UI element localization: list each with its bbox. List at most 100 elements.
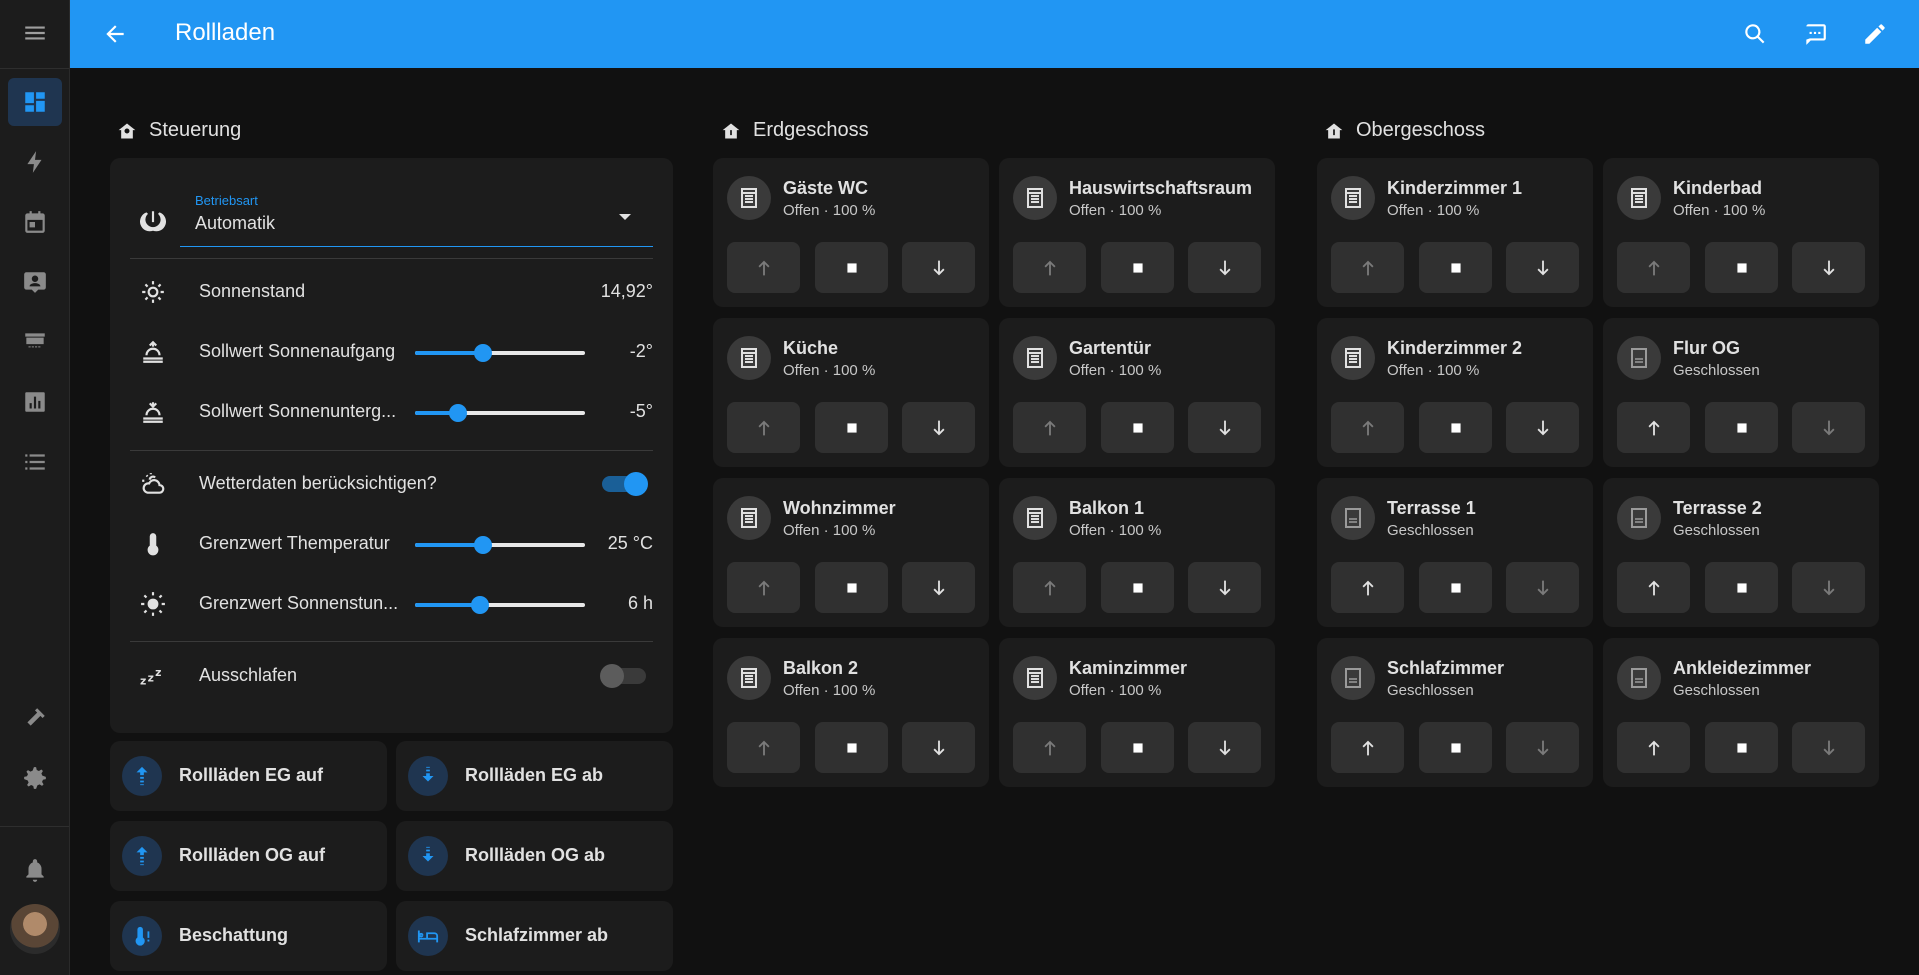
close-cover-button[interactable] (902, 722, 975, 773)
shutter-tile-hauswirtschaftsraum[interactable]: Hauswirtschaftsraum Offen · 100 % (999, 158, 1275, 307)
sollwert-sonnenaufgang-slider[interactable] (415, 344, 585, 362)
open-cover-button[interactable] (1013, 402, 1086, 453)
shutter-tile-kaminzimmer[interactable]: Kaminzimmer Offen · 100 % (999, 638, 1275, 787)
hammer-icon[interactable] (8, 694, 62, 742)
stop-cover-button[interactable] (815, 402, 888, 453)
open-cover-button[interactable] (727, 562, 800, 613)
close-cover-button[interactable] (1792, 722, 1865, 773)
close-cover-button[interactable] (1188, 722, 1261, 773)
calendar-icon[interactable] (8, 198, 62, 246)
script-button-beschattung[interactable]: Beschattung (110, 901, 387, 971)
close-cover-button[interactable] (1506, 402, 1579, 453)
close-cover-button[interactable] (902, 562, 975, 613)
close-cover-button[interactable] (902, 402, 975, 453)
stop-cover-button[interactable] (1705, 402, 1778, 453)
shutter-tile-ankleidezimmer[interactable]: Ankleidezimmer Geschlossen (1603, 638, 1879, 787)
shutter-tile-balkon-1[interactable]: Balkon 1 Offen · 100 % (999, 478, 1275, 627)
open-cover-button[interactable] (727, 402, 800, 453)
shutter-tile-terrasse-1[interactable]: Terrasse 1 Geschlossen (1317, 478, 1593, 627)
shutter-tile-wohnzimmer[interactable]: Wohnzimmer Offen · 100 % (713, 478, 989, 627)
shutter-tile-kinderbad[interactable]: Kinderbad Offen · 100 % (1603, 158, 1879, 307)
menu-icon[interactable] (8, 9, 62, 57)
energy-icon[interactable] (8, 138, 62, 186)
shutter-state: Offen · 100 % (1069, 682, 1162, 699)
stop-cover-button[interactable] (1705, 242, 1778, 293)
open-cover-button[interactable] (1013, 242, 1086, 293)
hacs-store-icon[interactable] (8, 318, 62, 366)
stop-cover-button[interactable] (1419, 402, 1492, 453)
row-sonnenstand[interactable]: Sonnenstand 14,92° (110, 264, 673, 320)
shutter-tile-schlafzimmer[interactable]: Schlafzimmer Geschlossen (1317, 638, 1593, 787)
mode-select[interactable]: Betriebsart Automatik (180, 188, 653, 247)
person-card-icon[interactable] (8, 258, 62, 306)
open-cover-button[interactable] (1331, 402, 1404, 453)
open-cover-button[interactable] (727, 722, 800, 773)
stop-cover-button[interactable] (1419, 562, 1492, 613)
close-cover-button[interactable] (1188, 402, 1261, 453)
open-cover-button[interactable] (1331, 242, 1404, 293)
gear-icon[interactable] (8, 754, 62, 802)
script-button-eg-auf[interactable]: Rollläden EG auf (110, 741, 387, 811)
shutter-tile-gartentür[interactable]: Gartentür Offen · 100 % (999, 318, 1275, 467)
stop-cover-button[interactable] (1101, 242, 1174, 293)
script-button-og-ab[interactable]: Rollläden OG ab (396, 821, 673, 891)
open-cover-button[interactable] (1617, 242, 1690, 293)
chart-box-icon[interactable] (8, 378, 62, 426)
sleep-icon: zzz (140, 663, 166, 689)
open-cover-button[interactable] (1013, 722, 1086, 773)
close-cover-button[interactable] (1506, 722, 1579, 773)
open-cover-button[interactable] (1013, 562, 1086, 613)
close-cover-button[interactable] (902, 242, 975, 293)
open-cover-button[interactable] (1331, 562, 1404, 613)
close-cover-button[interactable] (1506, 562, 1579, 613)
stop-cover-button[interactable] (1419, 722, 1492, 773)
shutter-tile-küche[interactable]: Küche Offen · 100 % (713, 318, 989, 467)
stop-cover-button[interactable] (815, 242, 888, 293)
search-icon[interactable] (1740, 19, 1770, 49)
close-cover-button[interactable] (1188, 562, 1261, 613)
stop-cover-button[interactable] (1705, 722, 1778, 773)
grenzwert-temperatur-slider[interactable] (415, 536, 585, 554)
close-cover-button[interactable] (1792, 402, 1865, 453)
ausschlafen-toggle[interactable] (600, 664, 646, 688)
close-cover-button[interactable] (1792, 242, 1865, 293)
stop-icon (1736, 582, 1747, 593)
close-cover-button[interactable] (1506, 242, 1579, 293)
stop-cover-button[interactable] (1705, 562, 1778, 613)
shutter-tile-balkon-2[interactable]: Balkon 2 Offen · 100 % (713, 638, 989, 787)
shutter-tile-gäste-wc[interactable]: Gäste WC Offen · 100 % (713, 158, 989, 307)
list-icon[interactable] (8, 438, 62, 486)
wetterdaten-toggle[interactable] (602, 472, 648, 496)
pencil-edit-icon[interactable] (1860, 19, 1890, 49)
script-button-eg-ab[interactable]: Rollläden EG ab (396, 741, 673, 811)
arrow-up-icon (1648, 580, 1659, 595)
assist-chat-icon[interactable] (1800, 19, 1830, 49)
open-cover-button[interactable] (1617, 562, 1690, 613)
grenzwert-sonnenstunden-slider[interactable] (415, 596, 585, 614)
shutter-tile-flur-og[interactable]: Flur OG Geschlossen (1603, 318, 1879, 467)
open-cover-button[interactable] (1331, 722, 1404, 773)
back-arrow-icon[interactable] (100, 19, 130, 49)
stop-cover-button[interactable] (815, 562, 888, 613)
bell-icon[interactable] (8, 846, 62, 894)
shutter-tile-kinderzimmer-2[interactable]: Kinderzimmer 2 Offen · 100 % (1317, 318, 1593, 467)
stop-cover-button[interactable] (1101, 562, 1174, 613)
open-cover-button[interactable] (1617, 402, 1690, 453)
avatar[interactable] (10, 904, 60, 954)
dashboard-icon[interactable] (8, 78, 62, 126)
controls-card: Betriebsart Automatik Sonnenstand 14,92°… (110, 158, 673, 733)
shutter-tile-kinderzimmer-1[interactable]: Kinderzimmer 1 Offen · 100 % (1317, 158, 1593, 307)
stop-cover-button[interactable] (1101, 722, 1174, 773)
open-cover-button[interactable] (1617, 722, 1690, 773)
close-cover-button[interactable] (1792, 562, 1865, 613)
stop-cover-button[interactable] (815, 722, 888, 773)
shutter-tile-terrasse-2[interactable]: Terrasse 2 Geschlossen (1603, 478, 1879, 627)
script-button-og-auf[interactable]: Rollläden OG auf (110, 821, 387, 891)
stop-cover-button[interactable] (1101, 402, 1174, 453)
sollwert-sonnenuntergang-slider[interactable] (415, 404, 585, 422)
script-button-schlafzimmer-ab[interactable]: Schlafzimmer ab (396, 901, 673, 971)
open-cover-button[interactable] (727, 242, 800, 293)
stop-cover-button[interactable] (1419, 242, 1492, 293)
stop-icon (1450, 742, 1461, 753)
close-cover-button[interactable] (1188, 242, 1261, 293)
